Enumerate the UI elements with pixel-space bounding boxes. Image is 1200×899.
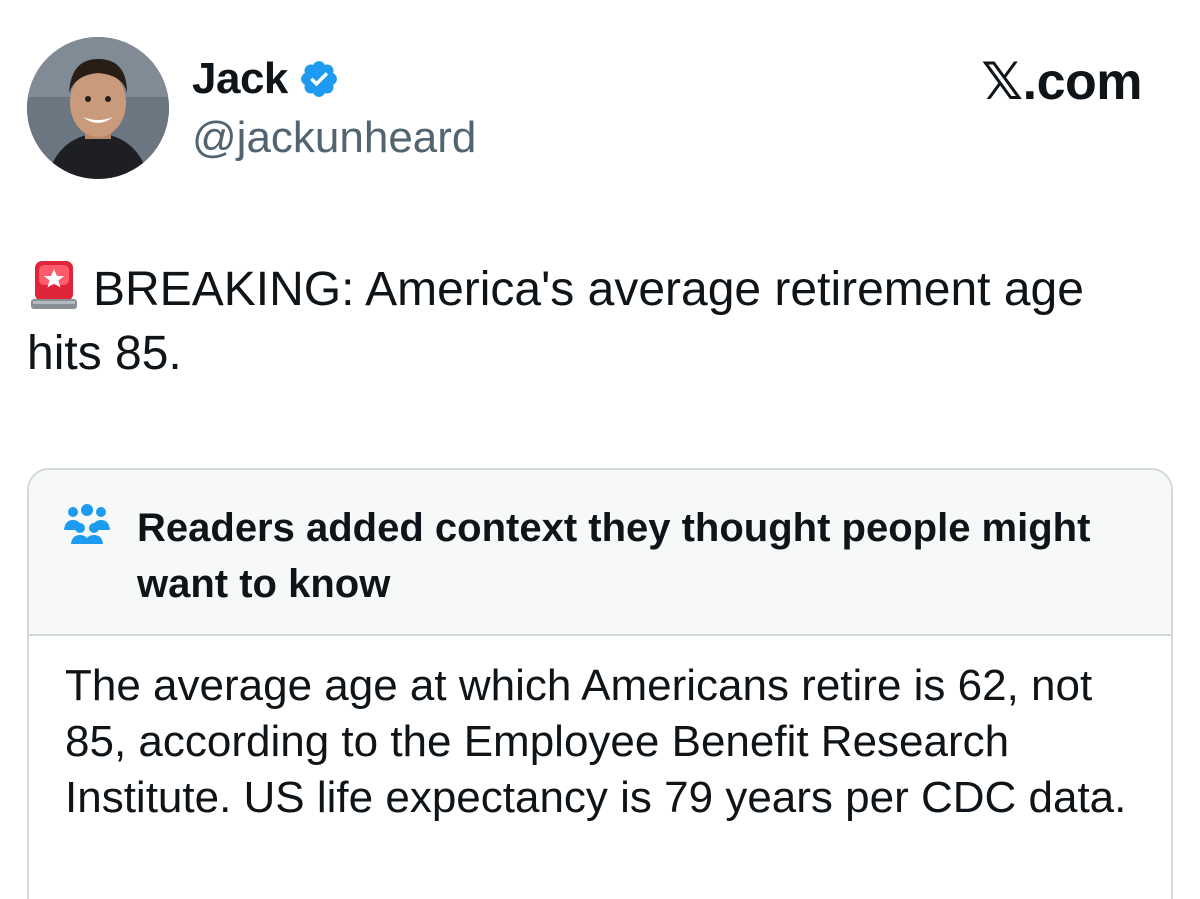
author-name-row: Jack (192, 54, 340, 104)
author-handle[interactable]: @jackunheard (192, 112, 476, 164)
tweet-screenshot: Jack @jackunheard 𝕏.com BREAKING: Americ… (0, 0, 1200, 899)
community-note-header: Readers added context they thought peopl… (29, 470, 1171, 636)
x-logo: 𝕏.com (981, 53, 1142, 111)
avatar-photo (27, 37, 169, 179)
avatar[interactable] (27, 37, 169, 179)
community-note-card[interactable]: Readers added context they thought peopl… (27, 468, 1173, 899)
people-icon (63, 504, 111, 544)
community-note-title: Readers added context they thought peopl… (137, 506, 1091, 606)
rotating-light-icon (27, 259, 81, 313)
author-display-name[interactable]: Jack (192, 54, 288, 104)
verified-badge-icon (298, 58, 340, 100)
tweet-text: BREAKING: America's average retirement a… (27, 258, 1147, 386)
community-note-body: The average age at which Americans retir… (65, 661, 1127, 822)
tweet-body-text: BREAKING: America's average retirement a… (27, 263, 1084, 380)
